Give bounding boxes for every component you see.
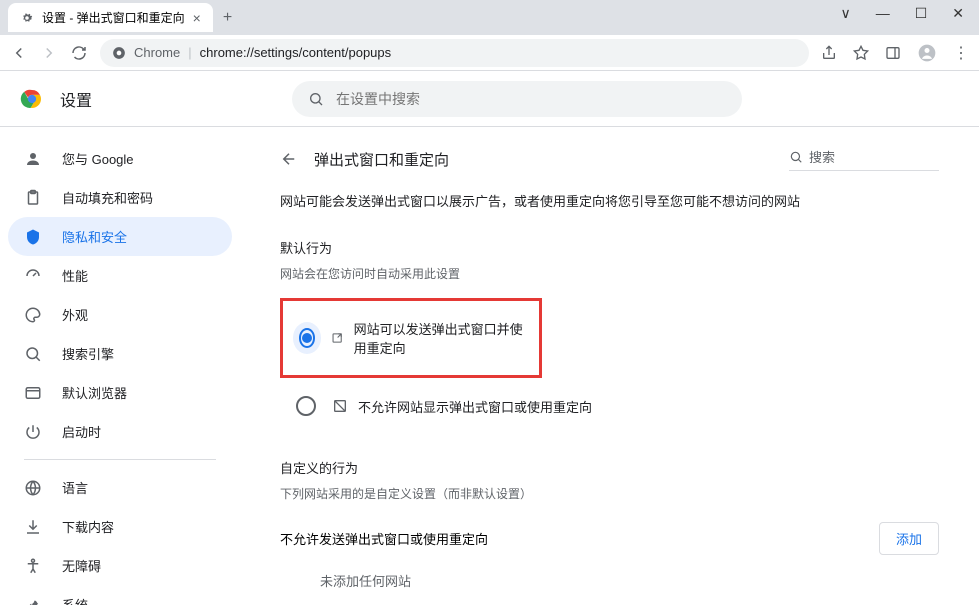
block-list-empty: 未添加任何网站 [280, 563, 939, 598]
custom-behavior-subtitle: 下列网站采用的是自定义设置（而非默认设置） [280, 485, 939, 502]
search-icon [789, 150, 803, 164]
chrome-logo-icon [20, 87, 44, 111]
window-maximize-icon[interactable]: ☐ [915, 5, 928, 22]
block-list-title: 不允许发送弹出式窗口或使用重定向 [280, 529, 488, 548]
clipboard-icon [24, 189, 42, 207]
url-bar[interactable]: Chrome | chrome://settings/content/popup… [100, 39, 809, 67]
toolbar: Chrome | chrome://settings/content/popup… [0, 35, 979, 71]
wrench-icon [24, 596, 42, 605]
radio-option-allow[interactable]: 网站可以发送弹出式窗口并使用重定向 [295, 309, 527, 367]
sidebar-item-default-browser[interactable]: 默认浏览器 [8, 373, 232, 412]
radio-option-block[interactable]: 不允许网站显示弹出式窗口或使用重定向 [280, 386, 939, 426]
star-icon[interactable] [853, 45, 869, 61]
share-icon[interactable] [821, 45, 837, 61]
settings-header: 设置 [0, 71, 979, 127]
gear-icon [20, 11, 34, 25]
back-button[interactable] [10, 44, 28, 62]
page-search[interactable]: 搜索 [789, 147, 939, 171]
browser-tab[interactable]: 设置 - 弹出式窗口和重定向 × [8, 3, 213, 32]
sidebar: 您与 Google 自动填充和密码 隐私和安全 性能 外观 搜索引擎 默认浏览器… [0, 127, 240, 605]
sidebar-item-languages[interactable]: 语言 [8, 468, 232, 507]
shield-icon [24, 228, 42, 246]
url-path: chrome://settings/content/popups [200, 45, 392, 60]
browser-icon [24, 384, 42, 402]
menu-icon[interactable]: ⋮ [953, 43, 969, 63]
popup-block-icon [332, 398, 348, 414]
sidebar-item-privacy[interactable]: 隐私和安全 [8, 217, 232, 256]
sidebar-item-you-and-google[interactable]: 您与 Google [8, 139, 232, 178]
tab-close-icon[interactable]: × [193, 10, 201, 26]
sidebar-item-downloads[interactable]: 下载内容 [8, 507, 232, 546]
profile-icon[interactable] [917, 43, 937, 63]
power-icon [24, 423, 42, 441]
header-title: 设置 [60, 87, 92, 111]
download-icon [24, 518, 42, 536]
search-icon [24, 345, 42, 363]
page-back-button[interactable] [280, 150, 298, 168]
popup-allow-icon [331, 330, 343, 346]
main-content: 弹出式窗口和重定向 搜索 网站可能会发送弹出式窗口以展示广告，或者使用重定向将您… [240, 127, 979, 605]
sidebar-item-search-engine[interactable]: 搜索引擎 [8, 334, 232, 373]
tab-title: 设置 - 弹出式窗口和重定向 [42, 9, 185, 26]
person-icon [24, 150, 42, 168]
custom-behavior-title: 自定义的行为 [280, 458, 939, 477]
window-close-icon[interactable]: ✕ [952, 5, 964, 22]
sidebar-item-startup[interactable]: 启动时 [8, 412, 232, 451]
paint-icon [24, 306, 42, 324]
sidebar-item-autofill[interactable]: 自动填充和密码 [8, 178, 232, 217]
sidebar-item-accessibility[interactable]: 无障碍 [8, 546, 232, 585]
sidebar-item-system[interactable]: 系统 [8, 585, 232, 605]
speedometer-icon [24, 267, 42, 285]
sidebar-item-appearance[interactable]: 外观 [8, 295, 232, 334]
default-behavior-title: 默认行为 [280, 238, 939, 257]
url-scheme: Chrome [134, 45, 180, 60]
radio-unselected-icon[interactable] [296, 396, 316, 416]
sidebar-divider [24, 459, 216, 460]
globe-icon [24, 479, 42, 497]
page-description: 网站可能会发送弹出式窗口以展示广告，或者使用重定向将您引导至您可能不想访问的网站 [280, 191, 939, 210]
settings-search[interactable] [292, 81, 742, 117]
window-minimize-icon[interactable]: — [876, 5, 890, 22]
settings-search-input[interactable] [336, 91, 726, 107]
radio-selected-icon[interactable] [299, 328, 315, 348]
new-tab-button[interactable]: + [223, 9, 232, 27]
window-chevron-icon[interactable]: ∨ [840, 5, 850, 22]
default-behavior-subtitle: 网站会在您访问时自动采用此设置 [280, 265, 939, 282]
reload-button[interactable] [70, 44, 88, 62]
sidebar-item-performance[interactable]: 性能 [8, 256, 232, 295]
chrome-icon [112, 46, 126, 60]
accessibility-icon [24, 557, 42, 575]
highlight-annotation: 网站可以发送弹出式窗口并使用重定向 [280, 298, 542, 378]
page-title: 弹出式窗口和重定向 [314, 149, 773, 170]
side-panel-icon[interactable] [885, 45, 901, 61]
forward-button[interactable] [40, 44, 58, 62]
add-block-button[interactable]: 添加 [879, 522, 939, 555]
search-icon [308, 91, 324, 107]
